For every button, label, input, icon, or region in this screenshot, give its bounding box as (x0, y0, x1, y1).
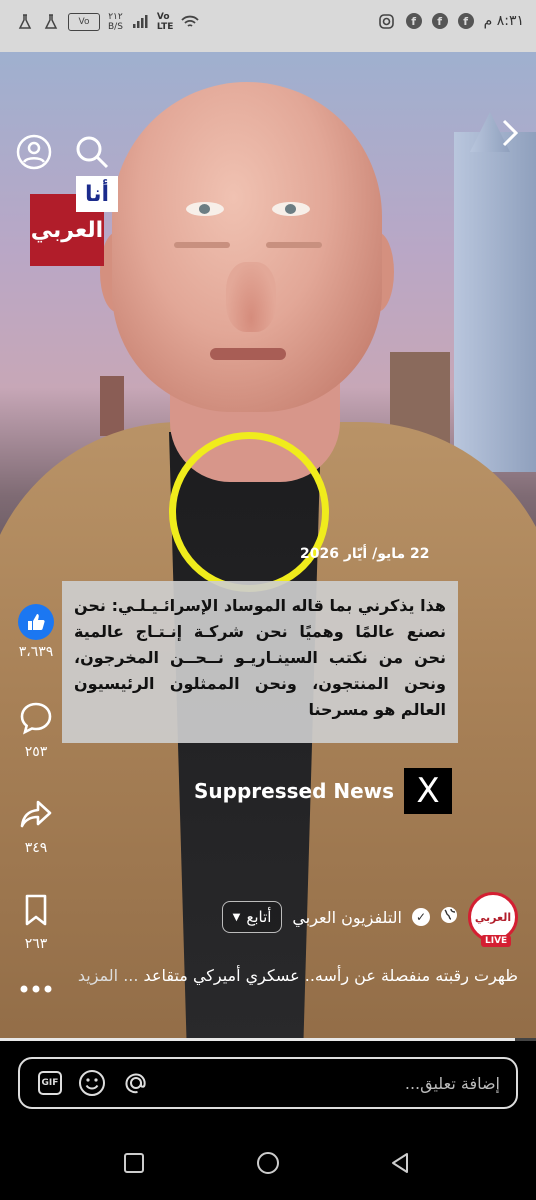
person-nose (226, 262, 276, 332)
quote-caption-text: هذا يذكرني بما قاله الموساد الإسرائـيـلـ… (74, 596, 446, 719)
globe-icon (440, 906, 458, 928)
comment-input-icons: GIF (38, 1069, 150, 1097)
network-type-bottom: LTE (156, 22, 174, 32)
follow-button[interactable]: أتابع ▼ (221, 901, 283, 933)
avatar-text: العربي (474, 910, 512, 924)
person-brow (174, 242, 230, 248)
back-icon[interactable] (388, 1151, 412, 1175)
home-icon[interactable] (255, 1151, 281, 1177)
facebook-icon: f (431, 13, 448, 29)
like-icon[interactable] (18, 604, 54, 640)
instagram-icon (378, 12, 396, 30)
comment-icon[interactable] (18, 700, 54, 736)
author-row: العربي LIVE ✓ التلفزيون العربي أتابع ▼ (221, 892, 518, 947)
battery-icon: Vo (68, 13, 100, 31)
chevron-right-icon[interactable] (500, 118, 520, 156)
quote-caption-box: هذا يذكرني بما قاله الموساد الإسرائـيـلـ… (62, 581, 458, 743)
network-type-top: Vo (156, 12, 170, 22)
see-more-link[interactable]: ... المزيد (78, 966, 139, 985)
channel-avatar[interactable]: العربي LIVE (468, 892, 518, 947)
profile-icon[interactable] (14, 132, 54, 172)
recent-apps-icon[interactable] (122, 1151, 146, 1175)
live-badge: LIVE (481, 935, 512, 947)
facebook-icon: f (457, 13, 474, 29)
share-count: ٣٤٩ (24, 840, 48, 856)
network-speed-unit: B/S (108, 22, 123, 32)
network-type: Vo LTE (157, 12, 174, 32)
status-right: f f f ٨:٣١ م (378, 12, 524, 30)
person-eye (186, 202, 224, 216)
share-icon[interactable] (18, 796, 54, 832)
network-speed: ٢١٢ B/S (108, 12, 123, 32)
highlight-circle (169, 432, 329, 592)
like-count: ٣،٦٣٩ (18, 644, 54, 660)
person-brow (266, 242, 322, 248)
background-building (454, 132, 536, 472)
person-mouth (210, 348, 286, 360)
like-action[interactable]: ٣،٦٣٩ (10, 604, 62, 660)
person-head (112, 82, 382, 412)
gif-icon[interactable]: GIF (38, 1071, 62, 1095)
comment-count: ٢٥٣ (24, 744, 48, 760)
comment-action[interactable]: ٢٥٣ (10, 700, 62, 760)
mention-icon[interactable] (122, 1069, 150, 1097)
flask-icon (42, 13, 60, 31)
channel-logo-top: أنا (76, 176, 118, 212)
author-name[interactable]: التلفزيون العربي (292, 908, 402, 927)
description-text: ظهرت رقبته منفصلة عن رأسه.. عسكري أميركي… (143, 966, 518, 985)
background-building (100, 376, 124, 436)
video-date: 22 مايو/ أيّار 2026 (300, 546, 430, 562)
comment-placeholder: إضافة تعليق... (404, 1073, 500, 1093)
x-logo-icon: X (404, 768, 453, 814)
wifi-icon (181, 13, 200, 31)
clock: ٨:٣١ م (483, 13, 524, 29)
network-speed-value: ٢١٢ (108, 12, 123, 22)
save-action[interactable]: ٢٦٣ (10, 892, 62, 952)
caret-down-icon: ▼ (232, 911, 241, 923)
channel-logo: العربي أنا (30, 176, 118, 266)
status-bar: Vo ٢١٢ B/S Vo LTE f f f ٨:٣١ م (0, 0, 536, 52)
video-top-icons (14, 132, 112, 172)
facebook-icon: f (405, 13, 422, 29)
verified-badge-icon: ✓ (412, 908, 430, 926)
video-player[interactable]: العربي أنا 22 مايو/ أيّار 2026 هذا يذكرن… (0, 52, 536, 1038)
signal-icon (131, 13, 149, 31)
bookmark-icon[interactable] (18, 892, 54, 928)
source-watermark: Suppressed News X (194, 768, 453, 814)
search-icon[interactable] (72, 132, 112, 172)
system-nav-bar (0, 1125, 536, 1200)
status-left: Vo ٢١٢ B/S Vo LTE (16, 12, 200, 32)
post-description[interactable]: ظهرت رقبته منفصلة عن رأسه.. عسكري أميركي… (18, 962, 518, 989)
share-action[interactable]: ٣٤٩ (10, 796, 62, 856)
comment-input[interactable]: GIF إضافة تعليق... (18, 1057, 518, 1109)
person-eye (272, 202, 310, 216)
comment-bar: GIF إضافة تعليق... (0, 1041, 536, 1125)
flask-icon (16, 13, 34, 31)
emoji-icon[interactable] (78, 1069, 106, 1097)
save-count: ٢٦٣ (24, 936, 48, 952)
watermark-text: Suppressed News (194, 779, 395, 803)
follow-label: أتابع (246, 908, 272, 926)
